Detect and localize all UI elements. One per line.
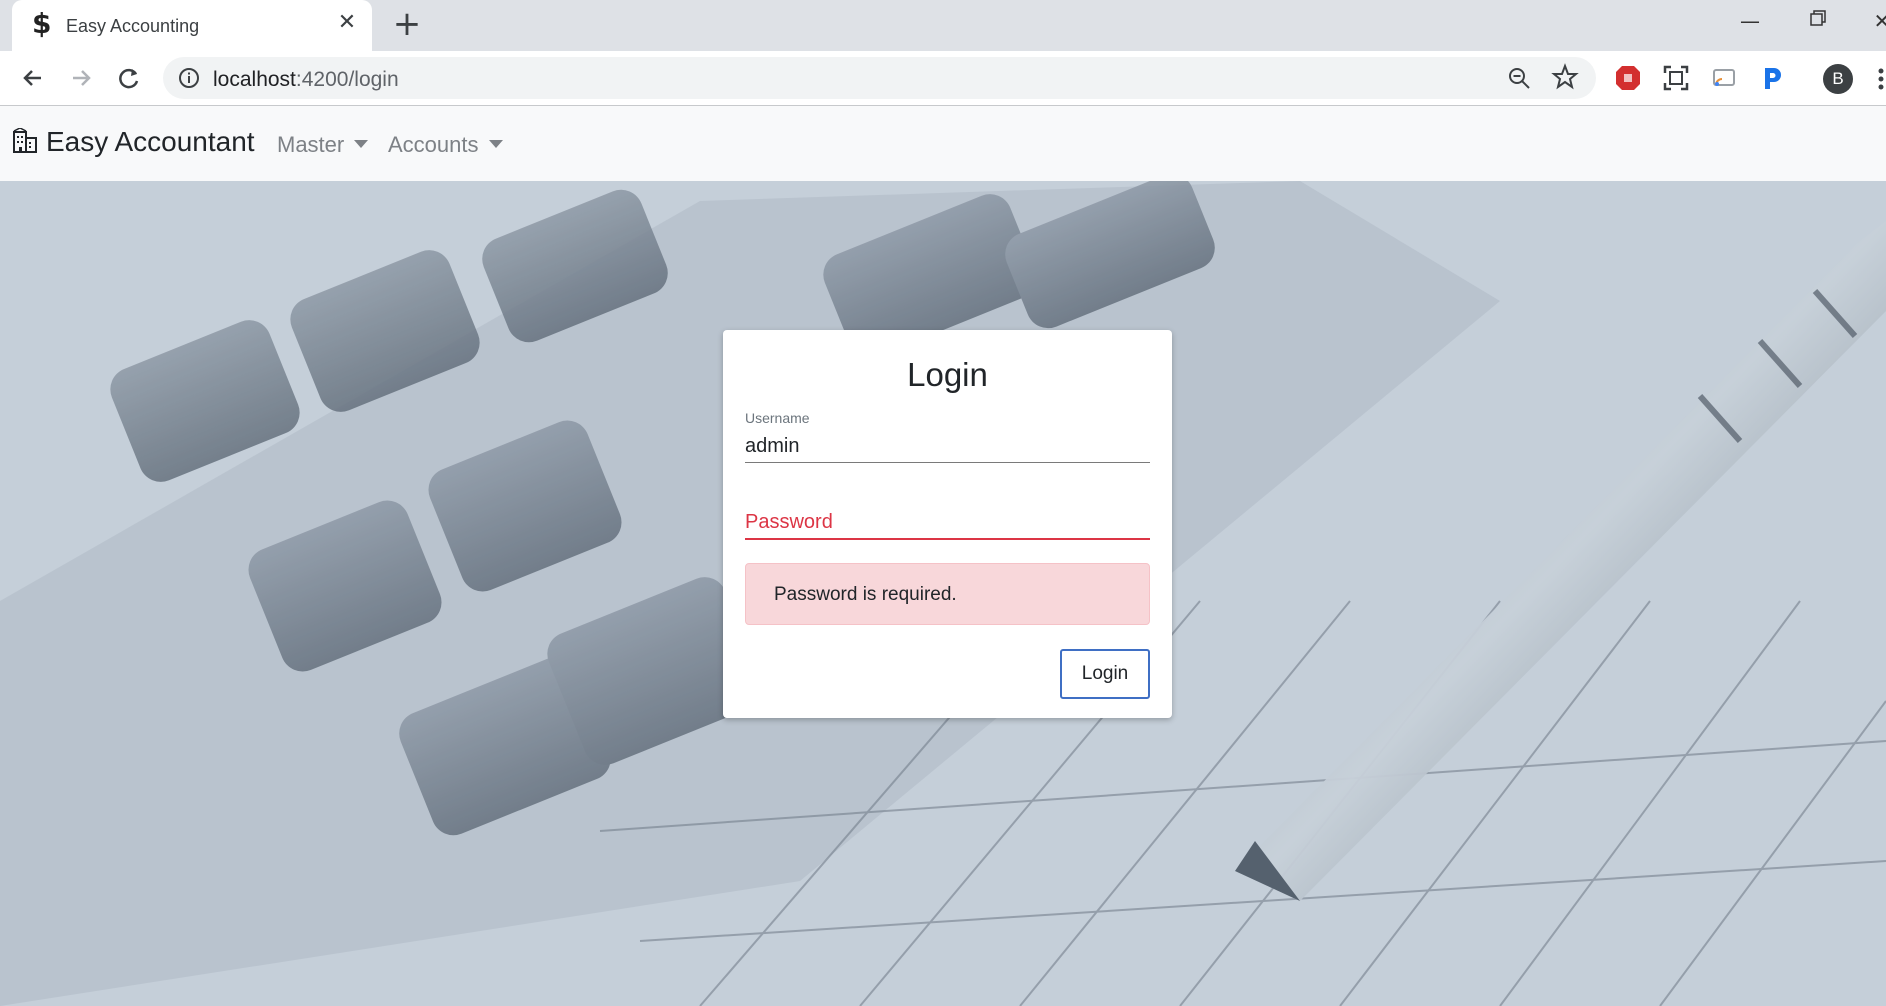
forward-arrow-icon — [73, 70, 91, 86]
back-arrow-icon — [23, 70, 41, 86]
nav-accounts-label: Accounts — [388, 132, 479, 157]
back-button[interactable] — [16, 61, 50, 95]
reload-button[interactable] — [112, 61, 146, 95]
login-button[interactable]: Login — [1060, 649, 1150, 699]
zoom-out-icon[interactable] — [1506, 65, 1532, 91]
profile-avatar[interactable]: B — [1823, 64, 1853, 94]
browser-tabstrip: $ Easy Accounting ✕ + — ✕ — [0, 0, 1886, 51]
dollar-icon: $ — [32, 7, 52, 40]
reload-icon — [119, 68, 139, 89]
close-window-button[interactable]: ✕ — [1862, 6, 1886, 36]
tab-title: Easy Accounting — [66, 16, 200, 36]
adblock-icon[interactable] — [1614, 64, 1642, 92]
cast-icon[interactable] — [1710, 64, 1738, 92]
restore-button[interactable] — [1798, 6, 1838, 36]
login-card: Login Username admin Password Password i… — [723, 330, 1172, 718]
navbar-brand[interactable]: Easy Accountant — [12, 126, 255, 158]
browser-toolbar: localhost:4200/login B — [0, 51, 1886, 106]
building-icon — [13, 128, 37, 153]
error-message: Password is required. — [774, 584, 957, 605]
app-navbar: Easy Accountant Master Accounts — [0, 106, 1886, 181]
forward-button[interactable] — [64, 61, 98, 95]
caret-down-icon — [488, 140, 503, 149]
url-text[interactable]: localhost:4200/login — [213, 68, 399, 92]
close-tab-icon[interactable]: ✕ — [334, 10, 360, 36]
minimize-button[interactable]: — — [1730, 6, 1770, 36]
brand-title: Easy Accountant — [46, 126, 255, 157]
nav-master-dropdown[interactable]: Master — [277, 132, 369, 158]
login-title: Login — [907, 356, 988, 393]
nav-accounts-dropdown[interactable]: Accounts — [388, 132, 503, 158]
password-input[interactable]: Password — [745, 506, 1150, 540]
info-icon[interactable] — [177, 66, 201, 90]
username-label: Username — [745, 410, 810, 426]
caret-down-icon — [354, 140, 369, 149]
username-input[interactable]: admin — [745, 430, 1150, 463]
menu-dots-icon[interactable] — [1876, 65, 1886, 93]
screenshot-icon[interactable] — [1662, 64, 1690, 92]
bookmark-star-icon[interactable] — [1551, 63, 1579, 91]
pushbullet-icon[interactable] — [1758, 64, 1786, 92]
new-tab-button[interactable]: + — [390, 7, 424, 42]
browser-tab[interactable]: $ Easy Accounting ✕ — [12, 0, 372, 51]
address-bar[interactable]: localhost:4200/login — [163, 57, 1596, 99]
nav-master-label: Master — [277, 132, 345, 157]
error-alert: Password is required. — [745, 563, 1150, 625]
